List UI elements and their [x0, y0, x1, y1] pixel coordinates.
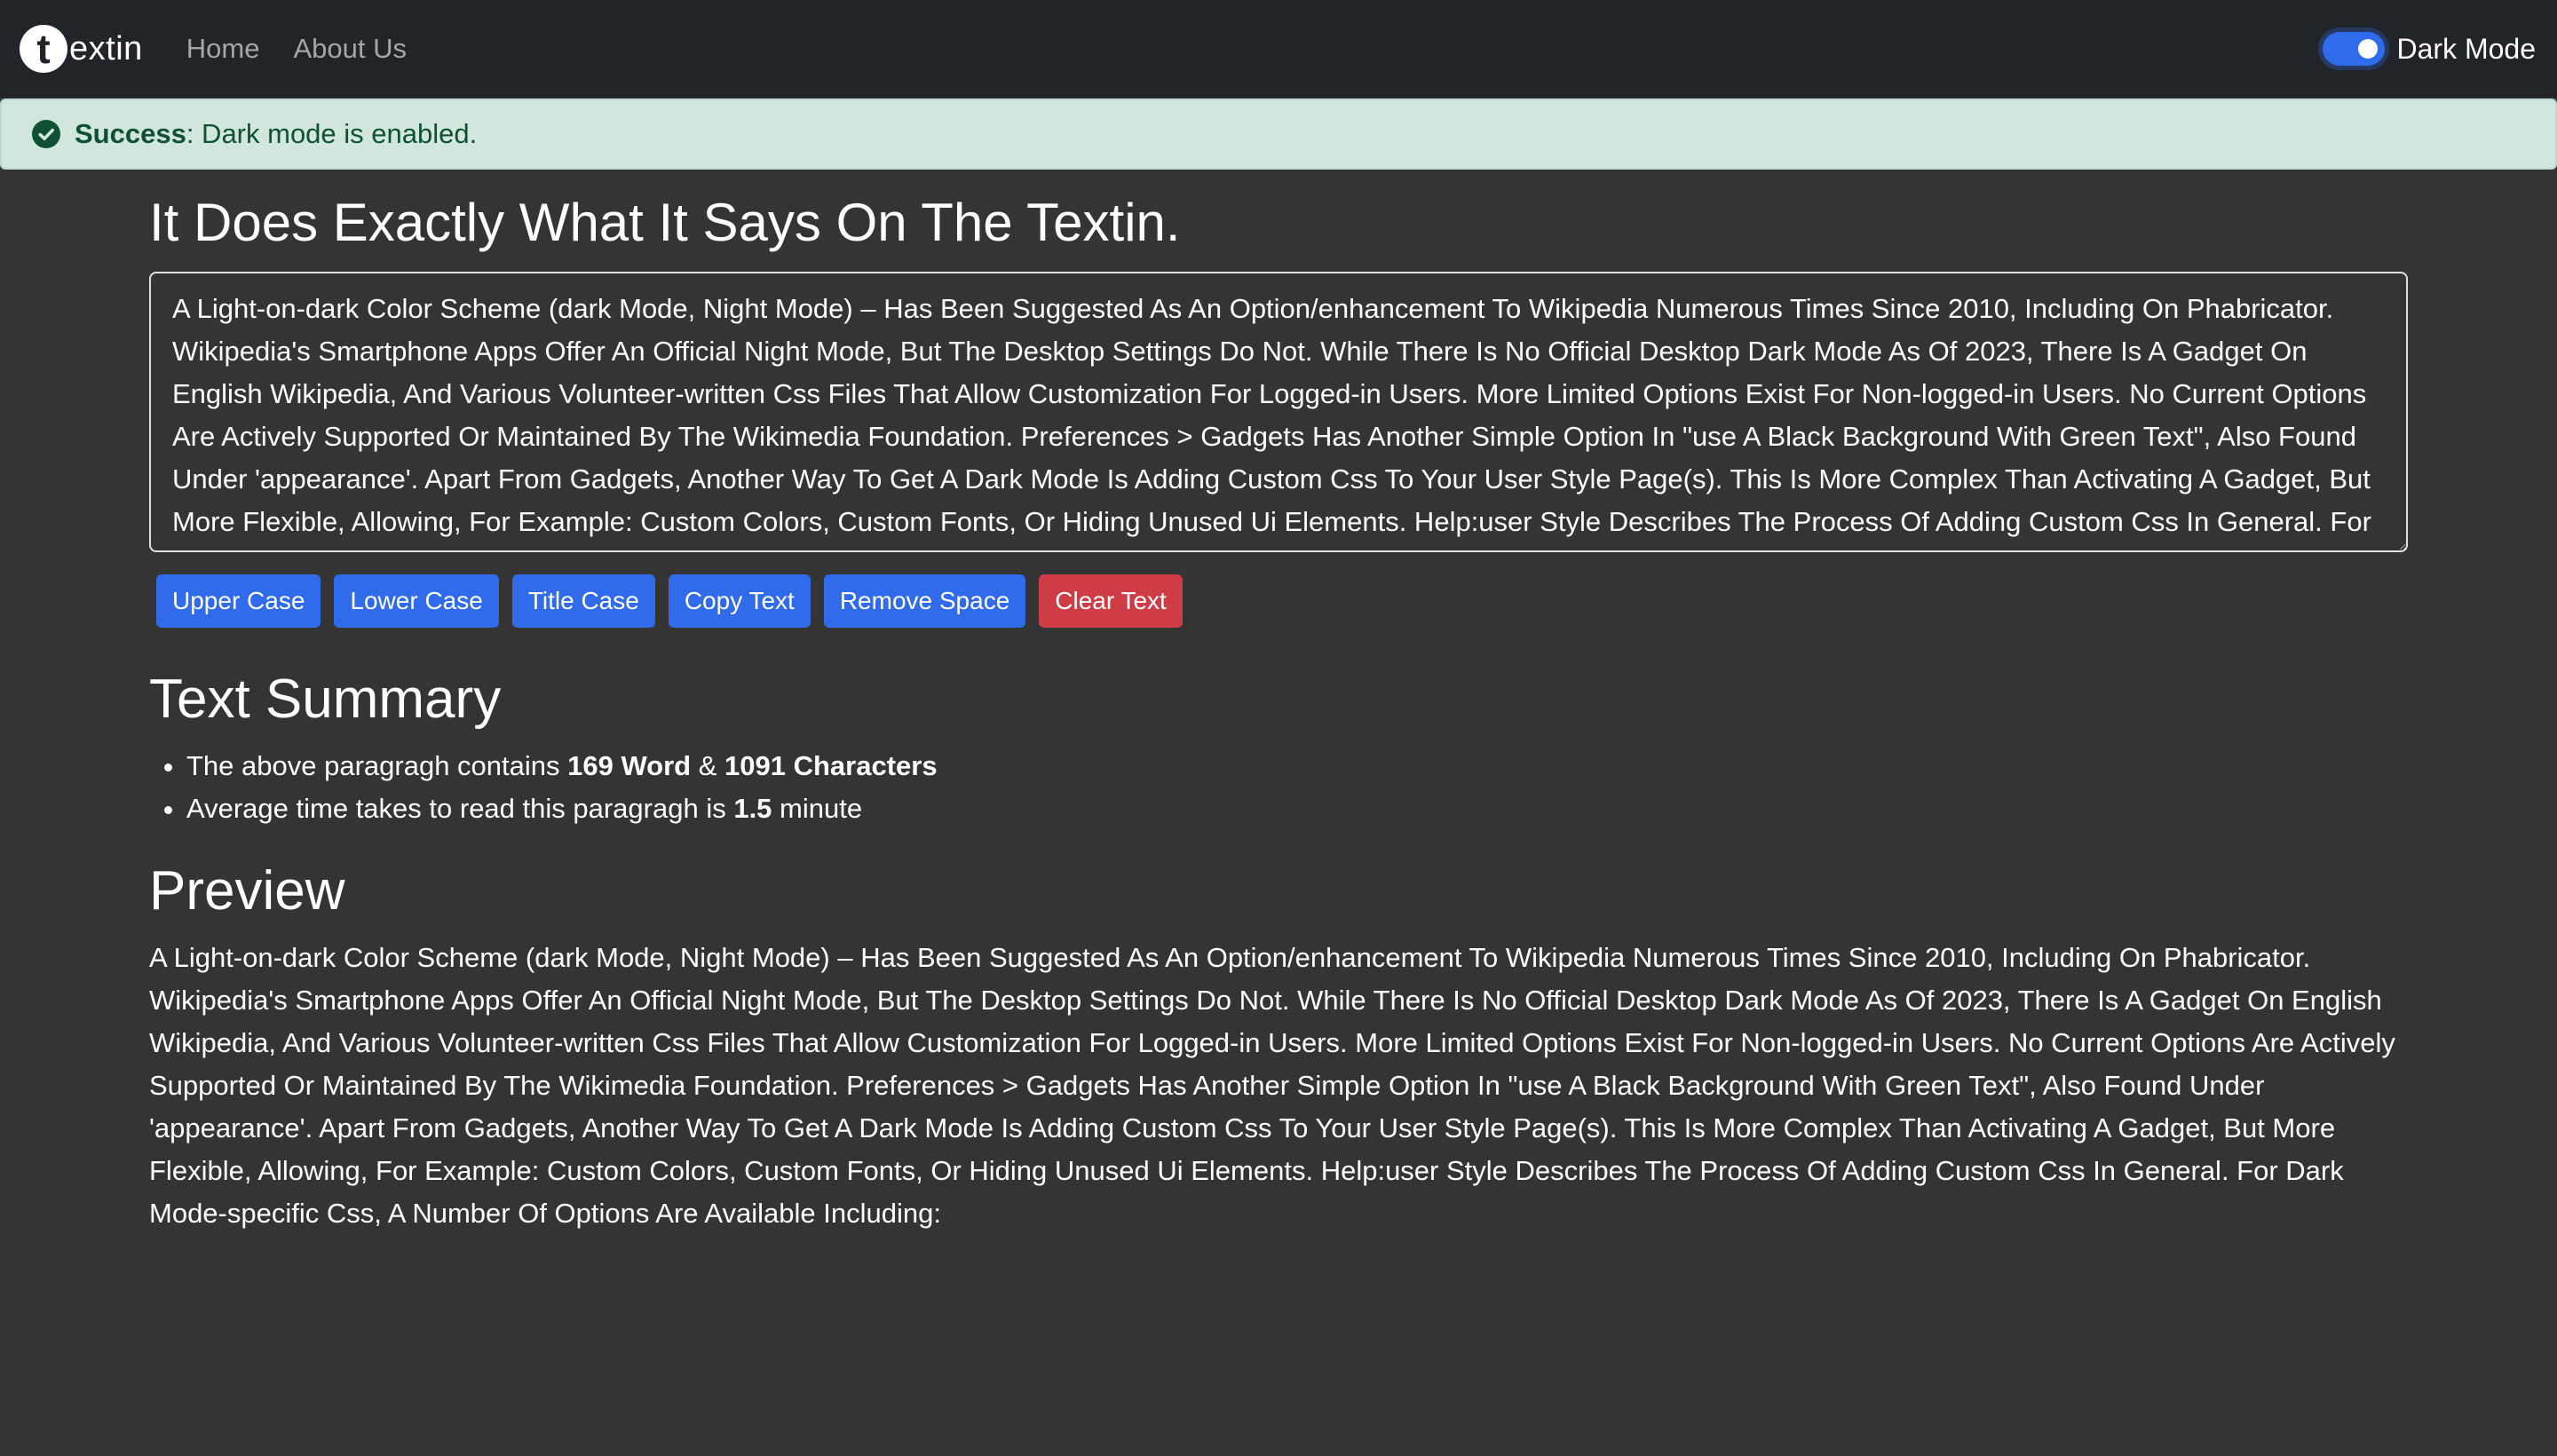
alert-message: : Dark mode is enabled. [186, 118, 478, 149]
preview-heading: Preview [149, 860, 345, 922]
main-container: It Does Exactly What It Says On The Text… [149, 178, 2408, 1235]
summary-word-count: The above paragragh contains 169 Word & … [186, 745, 2408, 787]
check-circle-icon [32, 120, 60, 148]
lower-case-button[interactable]: Lower Case [334, 574, 499, 628]
char-count-value: 1091 Characters [724, 750, 938, 781]
nav-link-about-us[interactable]: About Us [293, 33, 407, 65]
action-buttons: Upper Case Lower Case Title Case Copy Te… [156, 574, 2408, 628]
read-time-value: 1.5 [733, 793, 772, 824]
switch-knob [2357, 39, 2378, 59]
clear-text-button[interactable]: Clear Text [1039, 574, 1183, 628]
copy-text-button[interactable]: Copy Text [668, 574, 811, 628]
dark-mode-switch[interactable] [2322, 32, 2385, 66]
preview-text: A Light-on-dark Color Scheme (dark Mode,… [149, 942, 2395, 1229]
upper-case-button[interactable]: Upper Case [156, 574, 321, 628]
dark-mode-toggle-group: Dark Mode [2322, 0, 2537, 98]
summary-line2-prefix: Average time takes to read this paragrag… [186, 793, 734, 824]
alert-strong: Success [75, 118, 186, 149]
brand-logo-icon: t [20, 25, 67, 73]
summary-read-time: Average time takes to read this paragrag… [186, 787, 2408, 830]
summary-amp: & [691, 750, 725, 781]
dark-mode-label[interactable]: Dark Mode [2397, 33, 2537, 66]
text-input-area[interactable]: A Light-on-dark Color Scheme (dark Mode,… [149, 272, 2408, 552]
remove-space-button[interactable]: Remove Space [823, 574, 1026, 628]
navbar: t extin Home About Us Dark Mode [0, 0, 2557, 98]
title-case-button[interactable]: Title Case [511, 574, 655, 628]
nav-links: Home About Us [170, 33, 424, 65]
nav-link-home[interactable]: Home [186, 33, 260, 65]
word-count-value: 169 Word [567, 750, 692, 781]
summary-list: The above paragragh contains 169 Word & … [149, 745, 2408, 830]
text-summary-heading: Text Summary [149, 669, 502, 730]
success-alert: Success: Dark mode is enabled. [0, 99, 2557, 170]
brand-name: extin [69, 29, 143, 67]
summary-line2-suffix: minute [772, 793, 863, 824]
page-title: It Does Exactly What It Says On The Text… [149, 193, 1181, 252]
summary-line1-prefix: The above paragragh contains [186, 750, 568, 781]
brand-link[interactable]: t extin [20, 0, 143, 98]
